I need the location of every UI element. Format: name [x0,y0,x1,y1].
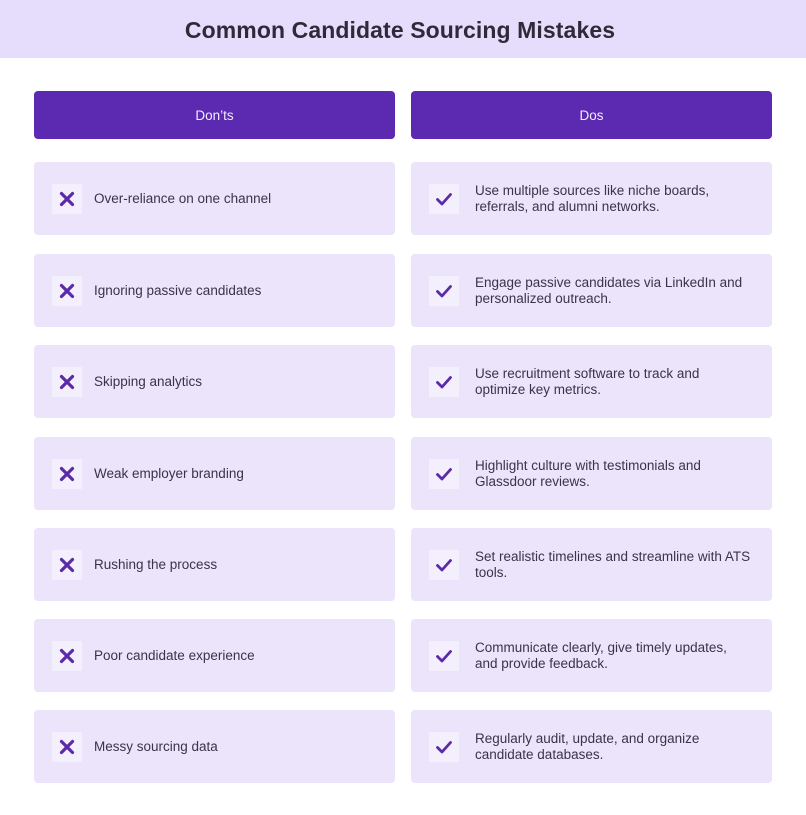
dont-card: Rushing the process [34,528,395,601]
dont-card: Ignoring passive candidates [34,254,395,327]
check-mark-icon [429,731,459,762]
dos-column-label: Dos [579,107,604,123]
dont-text: Messy sourcing data [94,738,218,754]
x-mark-icon [52,549,82,580]
check-mark-icon [429,640,459,671]
dont-card: Weak employer branding [34,437,395,510]
dont-text: Over-reliance on one channel [94,190,272,206]
do-card: Highlight culture with testimonials and … [411,437,772,510]
do-text: Use recruitment software to track and op… [475,365,700,397]
dont-text: Ignoring passive candidates [94,282,262,298]
dont-text: Poor candidate experience [94,647,255,663]
check-mark-icon [429,458,459,489]
x-mark-icon [52,458,82,489]
x-mark-icon [52,731,82,762]
do-card: Set realistic timelines and streamline w… [411,528,772,601]
x-mark-icon [52,275,82,306]
do-card: Communicate clearly, give timely updates… [411,619,772,692]
do-text: Use multiple sources like niche boards, … [475,182,710,214]
donts-column-header: Don’ts [34,91,395,139]
dont-text: Rushing the process [94,556,218,572]
do-card: Regularly audit, update, and organize ca… [411,710,772,783]
check-mark-icon [429,366,459,397]
dos-column-header: Dos [411,91,772,139]
check-mark-icon [429,183,459,214]
do-card: Engage passive candidates via LinkedIn a… [411,254,772,327]
x-mark-icon [52,640,82,671]
do-text: Engage passive candidates via LinkedIn a… [475,274,743,306]
x-mark-icon [52,183,82,214]
do-card: Use recruitment software to track and op… [411,345,772,418]
do-card: Use multiple sources like niche boards, … [411,162,772,235]
do-text: Regularly audit, update, and organize ca… [475,730,700,762]
do-text: Set realistic timelines and streamline w… [475,548,751,580]
header-band: Common Candidate Sourcing Mistakes [0,0,806,58]
dont-text: Weak employer branding [94,465,244,481]
dont-card: Poor candidate experience [34,619,395,692]
dont-card: Messy sourcing data [34,710,395,783]
check-mark-icon [429,275,459,306]
dont-text: Skipping analytics [94,373,203,389]
dont-card: Skipping analytics [34,345,395,418]
page-title: Common Candidate Sourcing Mistakes [184,16,616,43]
dont-card: Over-reliance on one channel [34,162,395,235]
do-text: Communicate clearly, give timely updates… [475,639,727,671]
do-text: Highlight culture with testimonials and … [475,457,701,489]
donts-column-label: Don’ts [195,107,234,123]
x-mark-icon [52,366,82,397]
check-mark-icon [429,549,459,580]
